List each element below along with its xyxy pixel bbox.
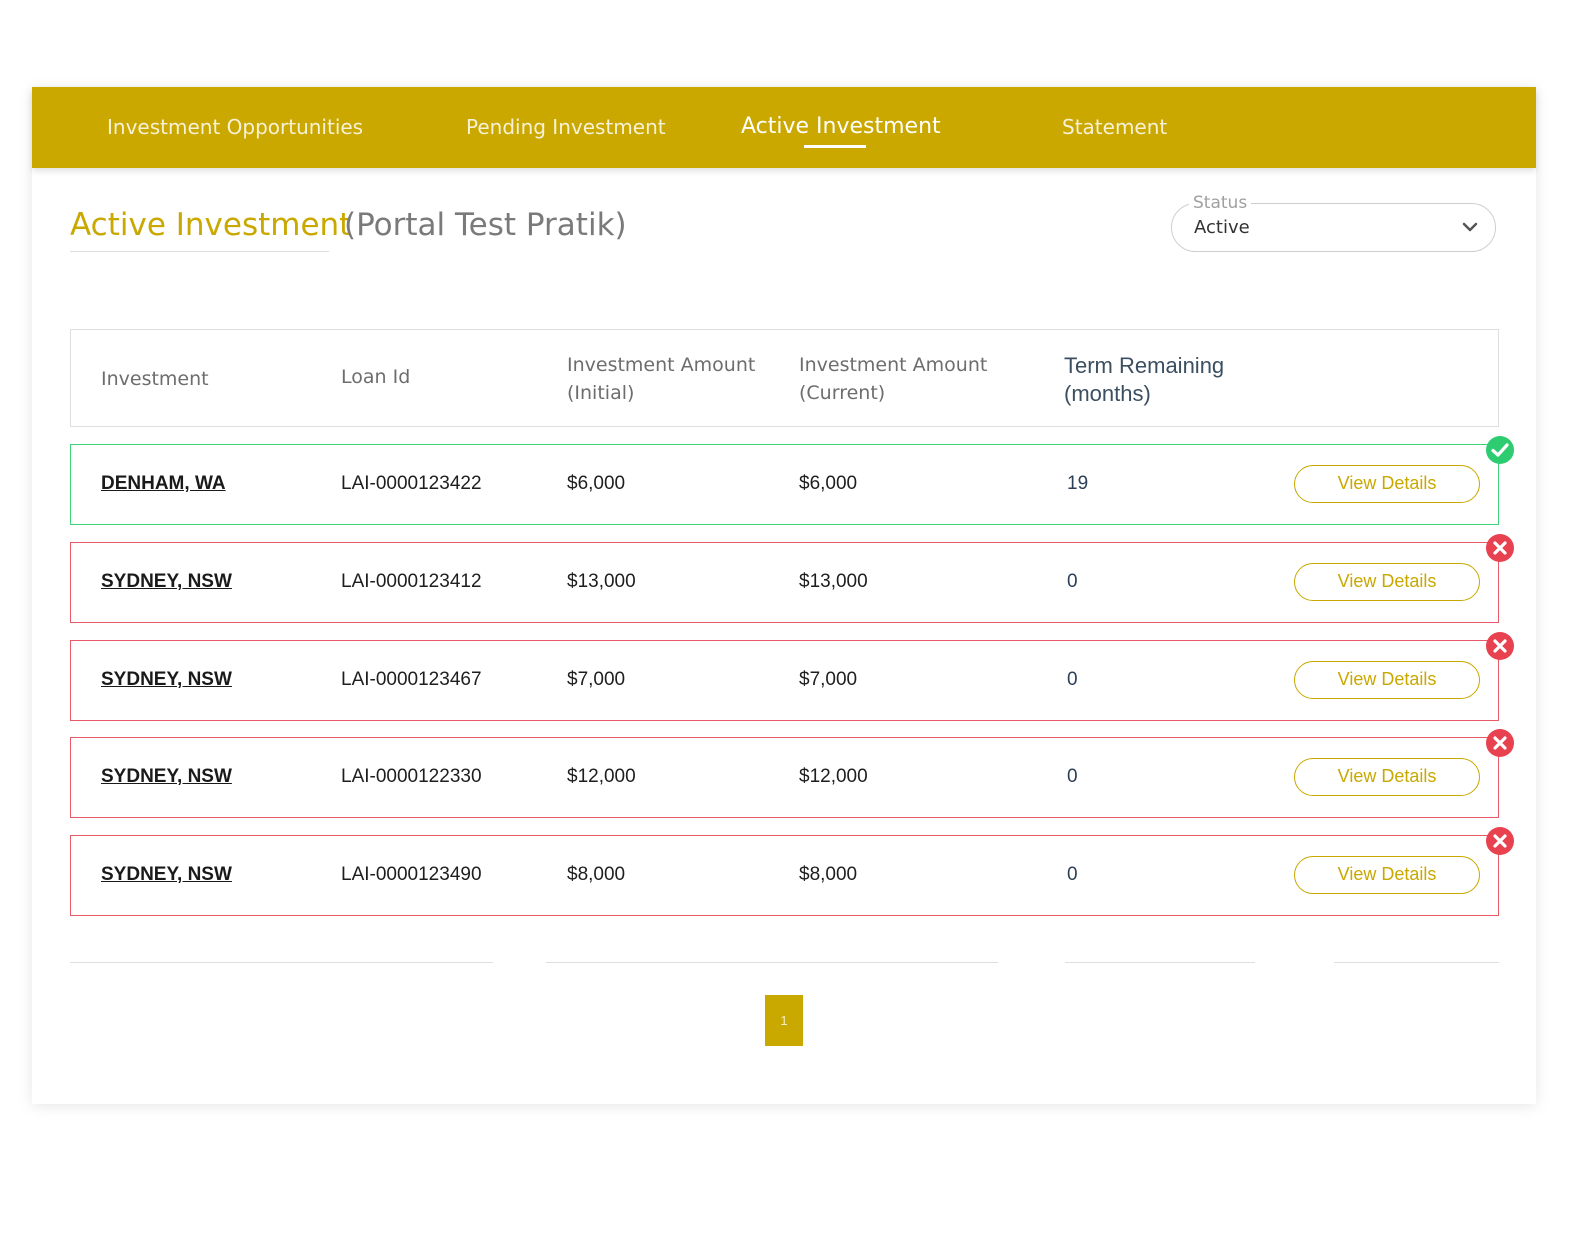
- status-select[interactable]: Status Active: [1171, 193, 1496, 252]
- check-circle-icon: [1486, 436, 1514, 464]
- status-label: Status: [1189, 193, 1252, 213]
- title-underline: [70, 251, 329, 252]
- table-header: Investment Loan Id Investment Amount (In…: [70, 329, 1499, 427]
- loan-id: LAI-0000123467: [341, 669, 482, 690]
- amount-current: $8,000: [799, 864, 858, 885]
- amount-initial: $13,000: [567, 571, 636, 592]
- term-remaining: 19: [1067, 473, 1089, 494]
- pagination-page-1[interactable]: 1: [765, 995, 803, 1046]
- footer-divider: [546, 962, 998, 963]
- amount-current: $13,000: [799, 571, 868, 592]
- active-tab-indicator: [804, 145, 866, 148]
- amount-current: $7,000: [799, 669, 858, 690]
- term-remaining: 0: [1067, 864, 1078, 885]
- page-subtitle: (Portal Test Pratik): [344, 207, 627, 243]
- investment-location-link[interactable]: SYDNEY, NSW: [101, 571, 232, 593]
- column-header-amount-initial-line2: (Initial): [567, 382, 635, 404]
- term-remaining: 0: [1067, 571, 1078, 592]
- top-navigation: Investment Opportunities Pending Investm…: [32, 87, 1536, 168]
- view-details-button[interactable]: View Details: [1294, 758, 1480, 796]
- column-header-amount-initial-line1: Investment Amount: [567, 354, 756, 376]
- view-details-button[interactable]: View Details: [1294, 661, 1480, 699]
- column-header-amount-initial: Investment Amount (Initial): [567, 351, 755, 407]
- loan-id: LAI-0000123422: [341, 473, 482, 494]
- footer-divider: [70, 962, 493, 963]
- tab-active-investment[interactable]: Active Investment: [741, 114, 941, 139]
- tab-statement[interactable]: Statement: [1062, 115, 1167, 139]
- x-circle-icon: [1486, 534, 1514, 562]
- amount-initial: $8,000: [567, 864, 626, 885]
- table-row: DENHAM, WA LAI-0000123422 $6,000 $6,000 …: [70, 436, 1514, 525]
- x-circle-icon: [1486, 632, 1514, 660]
- view-details-button[interactable]: View Details: [1294, 856, 1480, 894]
- amount-initial: $7,000: [567, 669, 626, 690]
- investment-location-link[interactable]: SYDNEY, NSW: [101, 766, 232, 788]
- view-details-button[interactable]: View Details: [1294, 563, 1480, 601]
- column-header-amount-current: Investment Amount (Current): [799, 351, 987, 407]
- footer-divider: [1065, 962, 1255, 963]
- tab-pending-investment[interactable]: Pending Investment: [466, 115, 666, 139]
- x-circle-icon: [1486, 827, 1514, 855]
- investment-location-link[interactable]: SYDNEY, NSW: [101, 669, 232, 691]
- table-row: SYDNEY, NSW LAI-0000123412 $13,000 $13,0…: [70, 534, 1514, 623]
- table-row: SYDNEY, NSW LAI-0000123467 $7,000 $7,000…: [70, 632, 1514, 721]
- investment-location-link[interactable]: DENHAM, WA: [101, 473, 226, 495]
- term-remaining: 0: [1067, 766, 1078, 787]
- chevron-down-icon: [1462, 222, 1478, 232]
- term-remaining: 0: [1067, 669, 1078, 690]
- loan-id: LAI-0000122330: [341, 766, 482, 787]
- column-header-amount-current-line1: Investment Amount: [799, 354, 988, 376]
- amount-initial: $12,000: [567, 766, 636, 787]
- main-card: Investment Opportunities Pending Investm…: [32, 87, 1536, 1104]
- table-row: SYDNEY, NSW LAI-0000122330 $12,000 $12,0…: [70, 729, 1514, 818]
- column-header-investment: Investment: [101, 368, 209, 390]
- amount-current: $6,000: [799, 473, 858, 494]
- investment-location-link[interactable]: SYDNEY, NSW: [101, 864, 232, 886]
- x-circle-icon: [1486, 729, 1514, 757]
- column-header-loan-id: Loan Id: [341, 366, 411, 388]
- loan-id: LAI-0000123490: [341, 864, 482, 885]
- page-title: Active Investment: [70, 207, 352, 243]
- column-header-amount-current-line2: (Current): [799, 382, 886, 404]
- status-selected-value: Active: [1194, 217, 1250, 238]
- loan-id: LAI-0000123412: [341, 571, 482, 592]
- tab-investment-opportunities[interactable]: Investment Opportunities: [107, 115, 363, 139]
- column-header-term-line1: Term Remaining: [1064, 353, 1225, 378]
- column-header-term-line2: (months): [1064, 381, 1151, 406]
- amount-current: $12,000: [799, 766, 868, 787]
- table-row: SYDNEY, NSW LAI-0000123490 $8,000 $8,000…: [70, 827, 1514, 916]
- column-header-term-remaining: Term Remaining (months): [1064, 352, 1224, 408]
- amount-initial: $6,000: [567, 473, 626, 494]
- view-details-button[interactable]: View Details: [1294, 465, 1480, 503]
- footer-divider: [1334, 962, 1499, 963]
